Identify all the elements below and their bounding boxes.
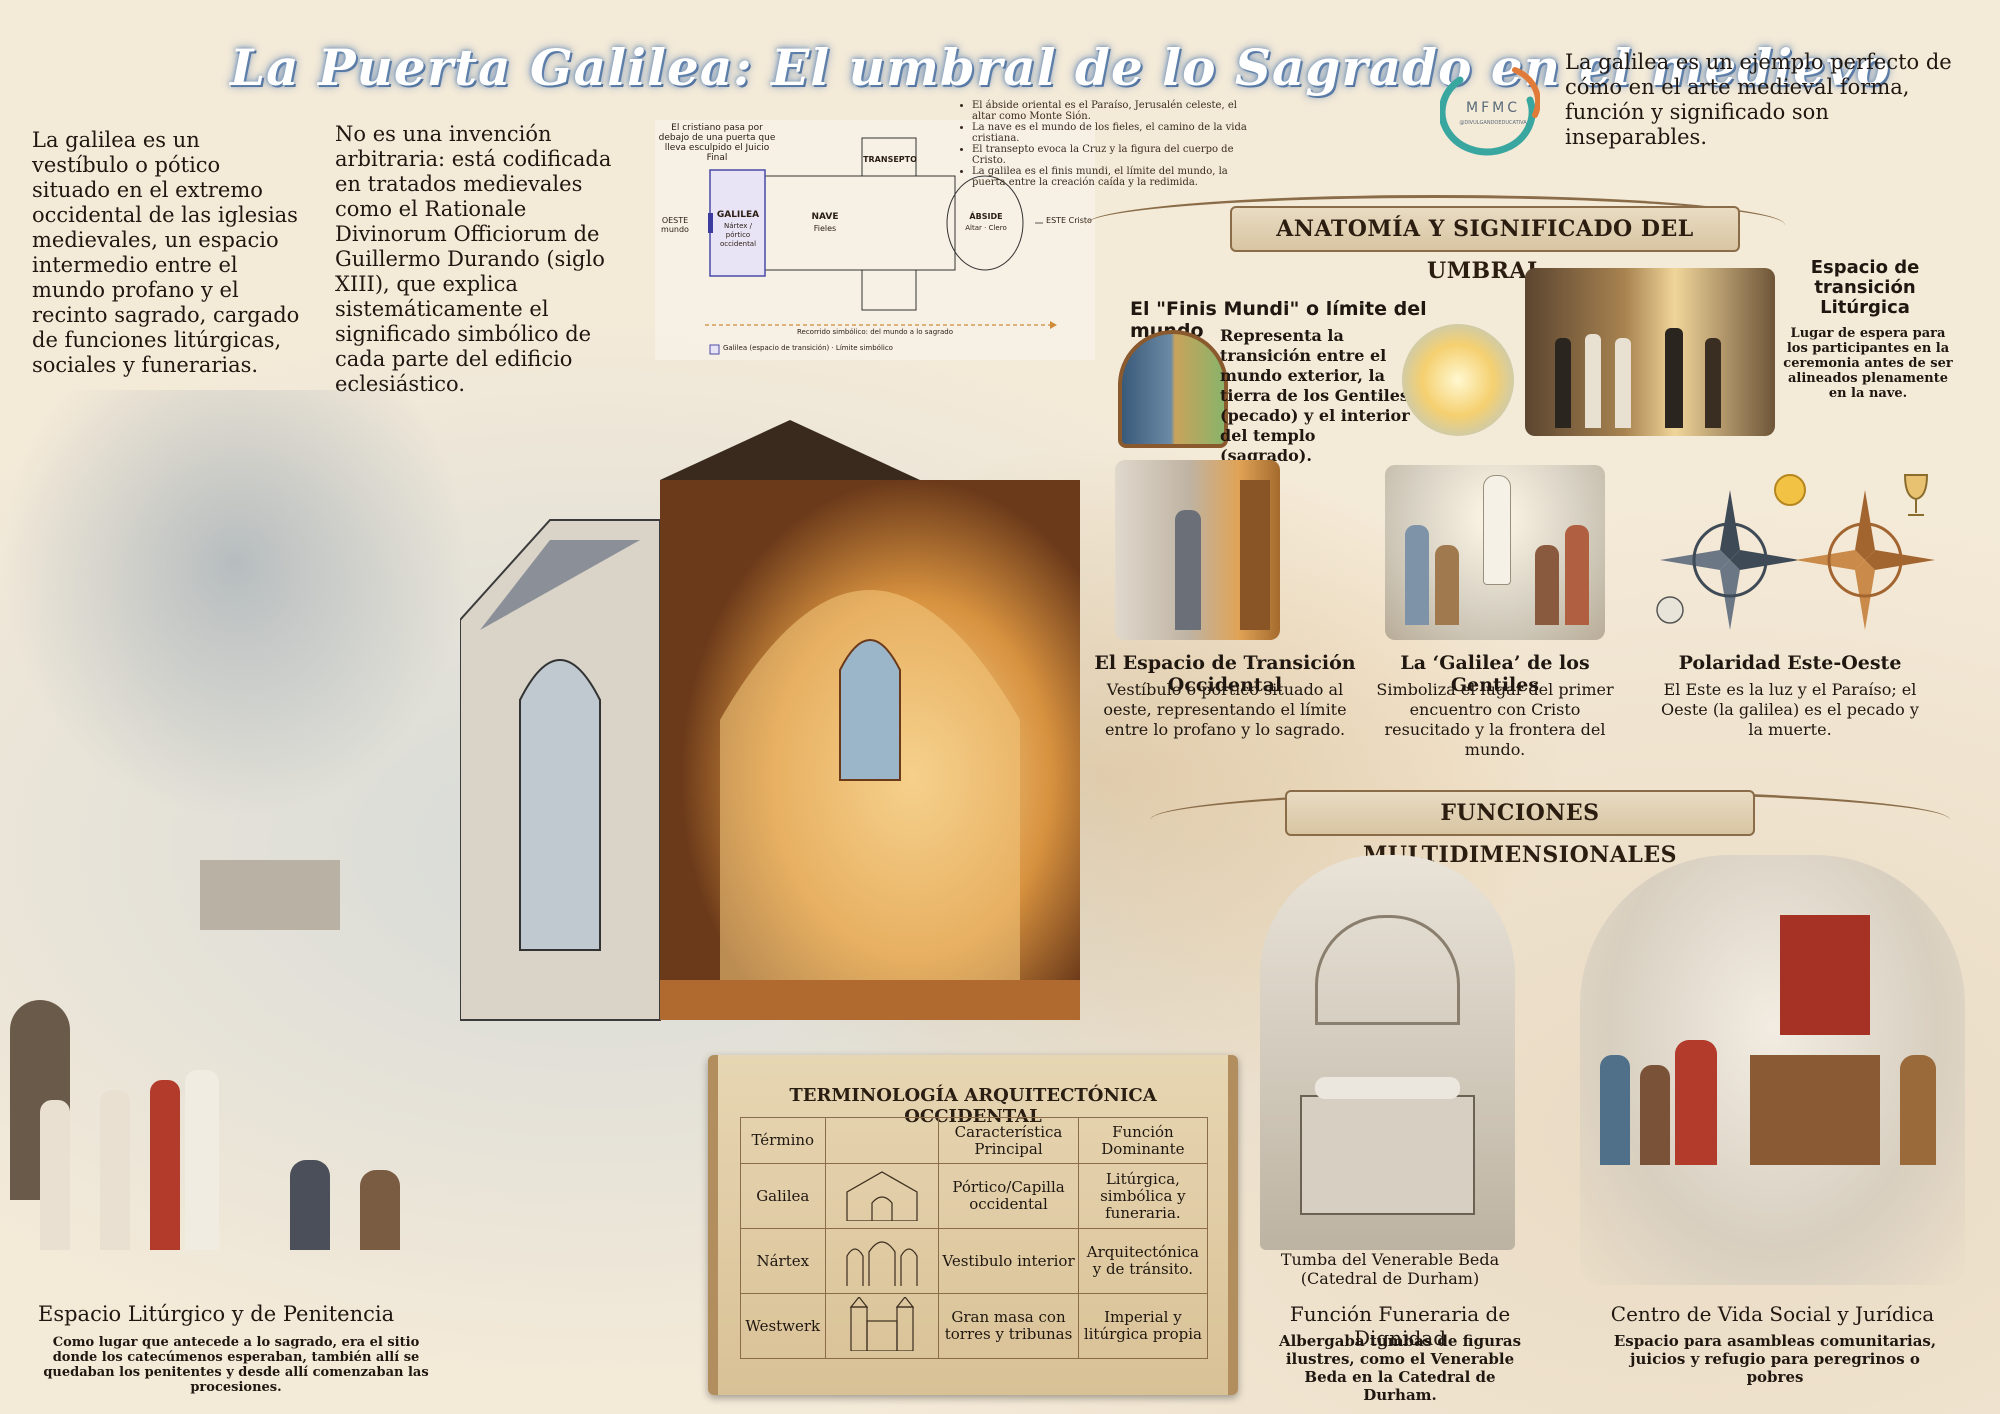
mfmc-logo: MFMC @DIVULGANDOEDUCATIVA	[1438, 60, 1542, 160]
tomb-illustration	[1260, 855, 1515, 1250]
diagram-abside-sub: Altar · Clero	[965, 224, 1007, 232]
door-transition-illustration	[1115, 460, 1280, 640]
diagram-abside-label: ÁBSIDE	[969, 212, 1003, 221]
sun-icon	[1774, 474, 1806, 506]
function-cell: Imperial y litúrgica propia	[1077, 1293, 1209, 1359]
diagram-galilea-sub: Nártex / pórtico occidental	[719, 222, 757, 248]
finis-mundi-illustration	[1118, 330, 1228, 448]
procession-illustration	[0, 980, 440, 1280]
page-title: La Puerta Galilea: El umbral de lo Sagra…	[230, 38, 1891, 97]
table-row: Galilea Pórtico/Capilla occidental Litúr…	[740, 1163, 1209, 1229]
anatomy-banner: ANATOMÍA Y SIGNIFICADO DEL UMBRAL	[1230, 206, 1740, 284]
intro-right-paragraph: La galilea es un ejemplo perfecto de cóm…	[1565, 50, 1952, 149]
terminology-table: Término Característica Principal Función…	[740, 1117, 1209, 1359]
east-west-polarity-illustration	[1640, 465, 1940, 640]
card-text-polarity: El Este es la luz y el Paraíso; el Oeste…	[1661, 680, 1919, 739]
diagram-transepto-label: TRANSEPTO	[863, 155, 917, 164]
table-header: Característica Principal	[938, 1117, 1079, 1164]
table-header: Término	[740, 1117, 826, 1164]
intro-middle-paragraph: No es una invención arbitraria: está cod…	[335, 122, 612, 396]
diagram-nave-sub: Fieles	[813, 224, 837, 233]
function-cell: Litúrgica, simbólica y funeraria.	[1077, 1163, 1209, 1229]
chalice-icon	[1903, 474, 1929, 516]
diagram-notes-list: El ábside oriental es el Paraíso, Jerusa…	[960, 100, 1260, 188]
table-row: Nártex Vestibulo interior Arquitectónica…	[740, 1228, 1209, 1294]
assembly-illustration	[1580, 855, 1965, 1285]
funeraria-text: Albergaba tumbas de figuras ilustres, co…	[1278, 1332, 1522, 1404]
social-title: Centro de Vida Social y Jurídica	[1610, 1302, 1935, 1326]
liturgical-transition-text: Lugar de espera para los participantes e…	[1783, 326, 1953, 401]
landscape-illustration	[0, 390, 470, 930]
celestial-city-illustration	[1402, 324, 1514, 436]
table-header	[824, 1117, 940, 1164]
finis-mundi-text: Representa la transición entre el mundo …	[1220, 326, 1410, 465]
gentiles-galilea-illustration	[1385, 465, 1605, 640]
intro-left-paragraph: La galilea es un vestíbulo o pótico situ…	[32, 128, 300, 377]
diagram-path-label: Recorrido simbólico: del mundo a lo sagr…	[796, 328, 954, 336]
logo-sub: @DIVULGANDOEDUCATIVA	[1459, 120, 1527, 126]
term-cell: Nártex	[740, 1228, 826, 1294]
diagram-top-note: El cristiano pasa por debajo de una puer…	[658, 123, 776, 163]
diagram-legend: Galilea (espacio de transición) · Límite…	[723, 344, 893, 352]
liturgical-transition-illustration	[1525, 268, 1775, 436]
diagram-galilea-label: GALILEA	[716, 210, 760, 220]
card-title-polarity: Polaridad Este-Oeste	[1678, 652, 1902, 674]
liturgico-title: Espacio Litúrgico y de Penitencia	[38, 1302, 395, 1326]
church-illustration	[459, 420, 1120, 1030]
terminology-scroll: TERMINOLOGÍA ARQUITECTÓNICA OCCIDENTAL T…	[708, 1055, 1238, 1395]
function-cell: Arquitectónica y de tránsito.	[1077, 1228, 1209, 1294]
social-text: Espacio para asambleas comunitarias, jui…	[1613, 1332, 1937, 1386]
card-text-occidental: Vestíbulo o pórtico situado al oeste, re…	[1103, 680, 1347, 739]
logo-letters: MFMC	[1466, 100, 1520, 116]
diagram-note: La nave es el mundo de los fieles, el ca…	[972, 122, 1260, 144]
galilea-facade-icon	[824, 1163, 940, 1229]
table-row: Westwerk Gran masa con torres y tribunas…	[740, 1293, 1209, 1359]
card-text-gentiles: Simboliza el lugar del primer encuentro …	[1376, 680, 1614, 759]
table-header: Función Dominante	[1077, 1117, 1209, 1164]
term-cell: Westwerk	[740, 1293, 826, 1359]
diagram-note: La galilea es el finis mundi, el límite …	[972, 166, 1260, 188]
compass-east-icon	[1795, 490, 1935, 630]
feature-cell: Vestibulo interior	[938, 1228, 1079, 1294]
diagram-west-label: OESTE mundo	[661, 216, 689, 234]
liturgical-transition-title: Espacio de transición Litúrgica	[1810, 257, 1920, 318]
feature-cell: Gran masa con torres y tribunas	[938, 1293, 1079, 1359]
liturgico-text: Como lugar que antecede a lo sagrado, er…	[43, 1335, 429, 1395]
diagram-note: El transepto evoca la Cruz y la figura d…	[972, 144, 1260, 166]
diagram-note: El ábside oriental es el Paraíso, Jerusa…	[972, 100, 1260, 122]
diagram-nave-label: NAVE	[811, 212, 839, 222]
functions-banner: FUNCIONES MULTIDIMENSIONALES	[1285, 790, 1755, 868]
westwerk-towers-icon	[824, 1293, 940, 1359]
feature-cell: Pórtico/Capilla occidental	[938, 1163, 1079, 1229]
term-cell: Galilea	[740, 1163, 826, 1229]
skull-icon	[1656, 596, 1684, 624]
narthex-arcade-icon	[824, 1228, 940, 1294]
tomb-caption: Tumba del Venerable Beda (Catedral de Du…	[1280, 1250, 1500, 1288]
table-header-row: Término Característica Principal Función…	[740, 1117, 1209, 1164]
